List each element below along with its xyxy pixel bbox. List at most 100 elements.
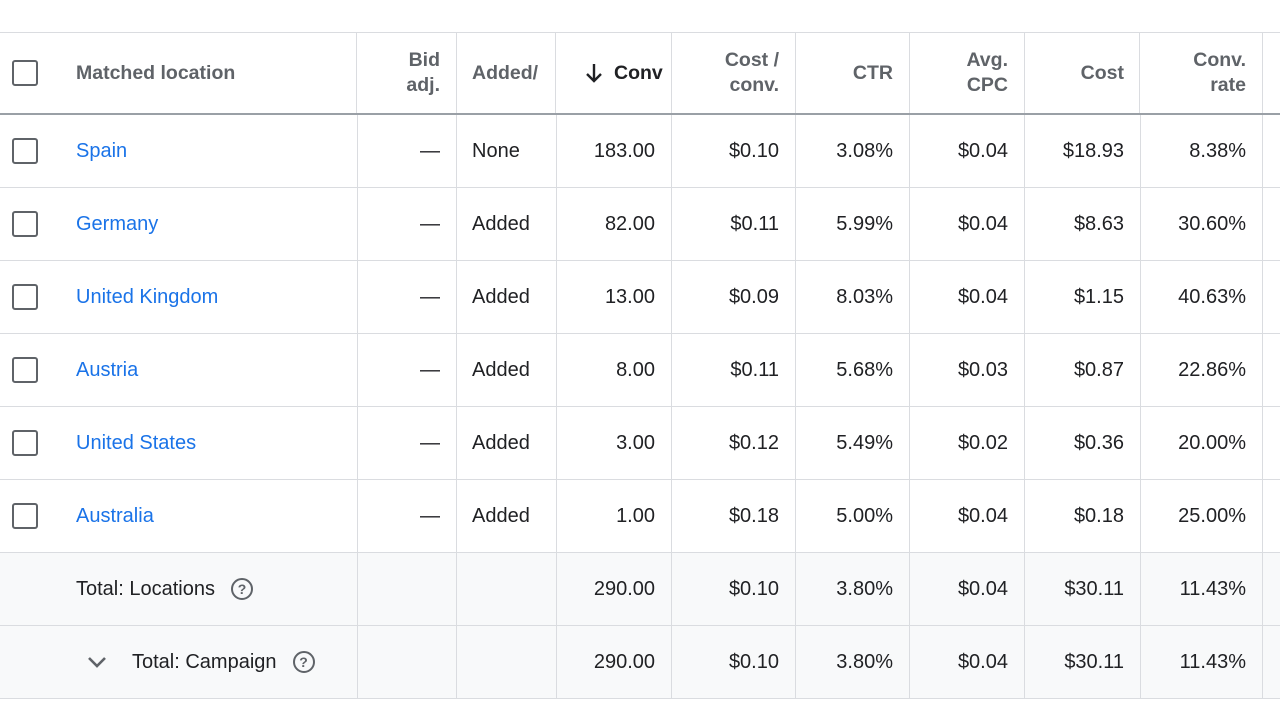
header-bid-adj[interactable]: Bid adj. (357, 33, 457, 113)
cell-checkbox (0, 188, 58, 260)
help-icon[interactable]: ? (230, 578, 253, 600)
table-row: United Kingdom — Added 13.00 $0.09 8.03% $0.04… (0, 261, 1280, 334)
value-bid-adj: — (420, 504, 440, 527)
row-checkbox[interactable] (12, 430, 38, 456)
header-conversions[interactable]: Conv (556, 33, 672, 113)
table-top-strip (0, 0, 1280, 33)
total-value-cost: $30.11 (1064, 650, 1124, 673)
help-icon[interactable]: ? (292, 651, 315, 673)
table-row: Australia — Added 1.00 $0.18 5.00% $0.04 $0.18 2… (0, 480, 1280, 553)
row-checkbox[interactable] (12, 357, 38, 383)
total-cell-conversions: 290.00 (557, 626, 672, 698)
total-label-cell: Total: Locations? (0, 553, 358, 625)
cell-ctr: 5.99% (796, 188, 910, 260)
value-conversions: 3.00 (616, 431, 655, 454)
cell-conversions: 13.00 (557, 261, 672, 333)
value-conv-rate: 8.38% (1189, 139, 1246, 162)
row-checkbox[interactable] (12, 503, 38, 529)
value-conv-rate: 22.86% (1178, 358, 1246, 381)
chevron-down-icon[interactable] (86, 651, 108, 673)
total-cell-added (457, 553, 557, 625)
value-bid-adj: — (420, 285, 440, 308)
total-cell-cost-per-conv: $0.10 (672, 553, 796, 625)
cell-location: United States (58, 407, 358, 479)
total-value-ctr: 3.80% (836, 650, 893, 673)
table-row: Spain — None 183.00 $0.10 3.08% $0.04 $18.93 8.3… (0, 115, 1280, 188)
total-value-ctr: 3.80% (836, 577, 893, 600)
cell-bid-adj: — (358, 261, 457, 333)
header-added-excluded[interactable]: Added/ (457, 33, 556, 113)
total-value-conv-rate: 11.43% (1179, 577, 1246, 600)
total-value-cost-per-conv: $0.10 (728, 650, 779, 673)
cell-avg-cpc: $0.03 (910, 334, 1025, 406)
value-cost: $0.36 (1073, 431, 1124, 454)
cell-checkbox (0, 115, 58, 187)
location-link[interactable]: Spain (76, 140, 127, 163)
header-conv-rate[interactable]: Conv. rate (1140, 33, 1263, 113)
cell-ctr: 8.03% (796, 261, 910, 333)
cell-location: Austria (58, 334, 358, 406)
cell-bid-adj: — (358, 334, 457, 406)
total-cell-cost: $30.11 (1025, 626, 1141, 698)
total-cell-avg-cpc: $0.04 (910, 626, 1025, 698)
location-link[interactable]: United Kingdom (76, 286, 218, 309)
location-link[interactable]: Austria (76, 359, 138, 382)
total-row: Total: Campaign? 290.00 $0.10 3.80% $0.04 $30… (0, 626, 1280, 699)
row-checkbox[interactable] (12, 138, 38, 164)
cell-cost-per-conv: $0.09 (672, 261, 796, 333)
value-bid-adj: — (420, 431, 440, 454)
cell-cost-per-conv: $0.18 (672, 480, 796, 552)
total-cell-ctr: 3.80% (796, 626, 910, 698)
total-value-conv-rate: 11.43% (1179, 650, 1246, 673)
cell-cost: $1.15 (1025, 261, 1141, 333)
cell-cost-per-conv: $0.12 (672, 407, 796, 479)
row-checkbox[interactable] (12, 284, 38, 310)
location-link[interactable]: United States (76, 432, 196, 455)
value-conversions: 183.00 (593, 139, 655, 162)
header-avg-cpc[interactable]: Avg. CPC (910, 33, 1025, 113)
header-cost-per-conv-label: Cost / conv. (725, 48, 779, 98)
cell-avg-cpc: $0.04 (910, 261, 1025, 333)
select-all-cell (0, 33, 58, 113)
header-cost[interactable]: Cost (1025, 33, 1140, 113)
value-ctr: 5.00% (836, 504, 893, 527)
header-matched-location[interactable]: Matched location (58, 33, 357, 113)
table-row: Germany — Added 82.00 $0.11 5.99% $0.04 $8.63 30… (0, 188, 1280, 261)
header-avg-cpc-label: Avg. CPC (966, 48, 1008, 98)
select-all-checkbox[interactable] (12, 60, 38, 86)
location-link[interactable]: Australia (76, 505, 154, 528)
value-avg-cpc: $0.03 (957, 358, 1008, 381)
value-bid-adj: — (420, 358, 440, 381)
cell-ctr: 5.00% (796, 480, 910, 552)
value-avg-cpc: $0.04 (957, 212, 1008, 235)
value-avg-cpc: $0.04 (957, 139, 1008, 162)
value-conversions: 13.00 (604, 285, 655, 308)
cell-bid-adj: — (358, 407, 457, 479)
cell-bid-adj: — (358, 480, 457, 552)
total-cell-bid-adj (358, 626, 457, 698)
value-added: Added (472, 212, 530, 235)
total-cell-added (457, 626, 557, 698)
table-header-row: Matched location Bid adj. Added/ Conv Co… (0, 33, 1280, 115)
row-checkbox[interactable] (12, 211, 38, 237)
cell-avg-cpc: $0.02 (910, 407, 1025, 479)
header-bid-adj-label: Bid adj. (406, 48, 440, 98)
cell-conv-rate: 20.00% (1141, 407, 1263, 479)
value-ctr: 5.49% (836, 431, 893, 454)
cell-avg-cpc: $0.04 (910, 115, 1025, 187)
cell-conversions: 1.00 (557, 480, 672, 552)
cell-ctr: 3.08% (796, 115, 910, 187)
header-conv-rate-line2: rate (1210, 74, 1246, 96)
value-ctr: 8.03% (836, 285, 893, 308)
value-conv-rate: 40.63% (1178, 285, 1246, 308)
location-link[interactable]: Germany (76, 213, 158, 236)
cell-cost: $18.93 (1025, 115, 1141, 187)
header-cost-per-conv[interactable]: Cost / conv. (672, 33, 796, 113)
header-ctr[interactable]: CTR (796, 33, 910, 113)
cell-added: Added (457, 480, 557, 552)
value-conv-rate: 25.00% (1178, 504, 1246, 527)
cell-conv-rate: 8.38% (1141, 115, 1263, 187)
total-label: Total: Campaign (132, 650, 277, 673)
total-cell-avg-cpc: $0.04 (910, 553, 1025, 625)
total-label: Total: Locations (76, 577, 215, 600)
